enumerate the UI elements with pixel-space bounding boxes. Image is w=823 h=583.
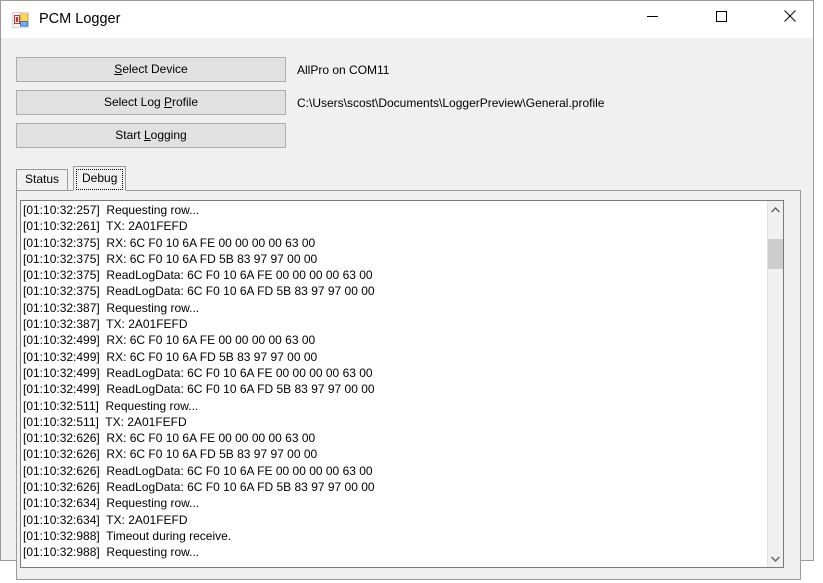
scrollbar-thumb[interactable] <box>768 239 783 269</box>
tab-panel-debug: [01:10:32:257] Requesting row... [01:10:3… <box>16 190 801 580</box>
maximize-button[interactable] <box>698 1 744 31</box>
client-area: Select Device Select Log Profile Start L… <box>1 38 813 580</box>
log-line: [01:10:32:626] ReadLogData: 6C F0 10 6A … <box>23 480 375 495</box>
log-line: [01:10:32:511] TX: 2A01FEFD <box>23 414 187 429</box>
log-line: [01:10:32:499] ReadLogData: 6C F0 10 6A … <box>23 365 373 380</box>
scroll-down-button[interactable] <box>768 550 783 567</box>
debug-log-textbox[interactable]: [01:10:32:257] Requesting row... [01:10:3… <box>20 200 784 568</box>
tab-debug[interactable]: Debug <box>73 166 127 191</box>
log-line: [01:10:32:499] RX: 6C F0 10 6A FD 5B 83 … <box>23 349 318 364</box>
chevron-up-icon <box>771 206 780 212</box>
log-line: [01:10:32:387] Requesting row... <box>23 300 200 315</box>
log-profile-path-label: C:\Users\scost\Documents\LoggerPreview\G… <box>297 96 605 110</box>
select-profile-label-pre: Select Log <box>103 95 164 109</box>
log-line: [01:10:32:375] RX: 6C F0 10 6A FE 00 00 … <box>23 235 316 250</box>
log-line: [01:10:32:634] TX: 2A01FEFD <box>23 512 188 527</box>
log-line: [01:10:32:626] ReadLogData: 6C F0 10 6A … <box>23 463 373 478</box>
log-line: [01:10:32:634] Requesting row... <box>23 496 200 511</box>
log-line: [01:10:32:375] ReadLogData: 6C F0 10 6A … <box>23 268 373 283</box>
log-line: [01:10:32:261] TX: 2A01FEFD <box>23 219 188 234</box>
application-window: PCM Logger Select Device Select Log Prof… <box>0 0 814 580</box>
log-line: [01:10:32:375] RX: 6C F0 10 6A FD 5B 83 … <box>23 251 318 266</box>
tab-status-label: Status <box>25 172 60 186</box>
log-line: [01:10:32:511] Requesting row... <box>23 398 199 413</box>
start-logging-accel: L <box>143 128 151 142</box>
tab-strip: Status Debug <box>16 166 801 191</box>
log-line: [01:10:32:499] RX: 6C F0 10 6A FE 00 00 … <box>23 333 316 348</box>
minimize-button[interactable] <box>629 1 675 31</box>
start-logging-label-post: ogging <box>150 128 187 142</box>
close-icon <box>784 10 796 22</box>
tab-debug-label: Debug <box>82 171 118 185</box>
log-line: [01:10:32:626] RX: 6C F0 10 6A FE 00 00 … <box>23 431 316 446</box>
log-line: [01:10:32:988] Requesting row... <box>23 545 200 560</box>
log-line: [01:10:32:375] ReadLogData: 6C F0 10 6A … <box>23 284 375 299</box>
window-title: PCM Logger <box>39 11 121 28</box>
log-line: [01:10:32:257] Requesting row... <box>23 203 200 217</box>
title-bar: PCM Logger <box>1 1 813 38</box>
debug-log-scrollbar[interactable] <box>767 201 783 567</box>
select-log-profile-button[interactable]: Select Log Profile <box>16 90 286 115</box>
tab-status[interactable]: Status <box>16 169 69 190</box>
debug-log-lines: [01:10:32:257] Requesting row... [01:10:3… <box>23 202 765 567</box>
app-icon <box>12 11 30 29</box>
minimize-icon <box>646 15 658 17</box>
device-status-label: AllPro on COM11 <box>297 63 390 77</box>
log-line: [01:10:32:626] RX: 6C F0 10 6A FD 5B 83 … <box>23 447 318 462</box>
log-line: [01:10:32:499] ReadLogData: 6C F0 10 6A … <box>23 382 375 397</box>
scroll-up-button[interactable] <box>768 201 783 218</box>
log-line: [01:10:32:387] TX: 2A01FEFD <box>23 317 188 332</box>
select-device-label-post: elect Device <box>122 62 188 76</box>
start-logging-button[interactable]: Start Logging <box>16 123 286 148</box>
maximize-icon <box>715 10 727 22</box>
close-button[interactable] <box>767 1 813 31</box>
select-profile-label-post: rofile <box>172 95 199 109</box>
select-device-button[interactable]: Select Device <box>16 57 286 82</box>
start-logging-label-pre: Start <box>115 128 144 142</box>
log-line: [01:10:32:988] Timeout during receive. <box>23 528 232 543</box>
select-profile-accel: P <box>164 95 173 109</box>
title-bar-left-group: PCM Logger <box>12 1 120 38</box>
chevron-down-icon <box>771 556 780 562</box>
